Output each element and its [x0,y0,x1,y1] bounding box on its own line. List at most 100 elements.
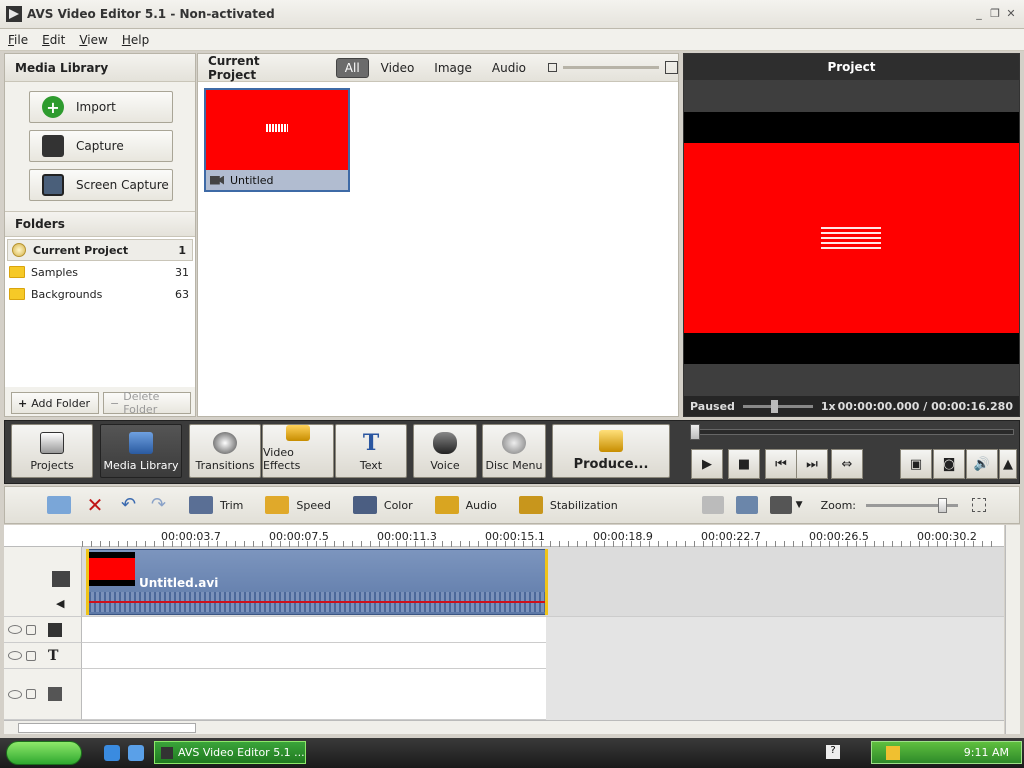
menu-help[interactable]: Help [114,33,155,47]
speed-button[interactable]: Speed [265,496,331,514]
security-shield-icon[interactable] [886,745,900,760]
disc-menu-button[interactable]: Disc Menu [482,424,546,478]
overlay-track-header [4,669,82,720]
scroll-thumb[interactable] [18,723,196,733]
stop-button[interactable]: ■ [728,449,760,479]
visibility-eye-icon[interactable] [8,689,22,699]
next-frame-button[interactable]: ⏭ [796,449,828,479]
close-icon[interactable]: ✕ [1004,7,1018,21]
fullscreen-preview-button[interactable]: ⇔ [831,449,863,479]
monitor-button[interactable]: ▣ [900,449,932,479]
fit-zoom-icon[interactable] [972,498,987,512]
text-icon: T [48,647,59,664]
filter-video[interactable]: Video [373,59,423,77]
media-library-title: Media Library [5,54,195,82]
thumbnail-size-slider[interactable] [548,61,678,74]
playback-speed: 1x [820,399,836,413]
zoom-slider[interactable] [866,497,959,513]
lock-icon[interactable] [26,624,36,635]
timeline-clip[interactable]: Untitled.avi [86,549,548,615]
clip-start-handle[interactable] [86,549,89,615]
folder-icon [9,288,25,300]
produce-button[interactable]: Produce... [552,424,670,478]
screen-capture-button[interactable]: Screen Capture [29,169,173,201]
volume-button[interactable]: 🔊 [966,449,998,479]
microphone-icon [433,432,457,454]
media-library-button[interactable]: Media Library [100,424,182,478]
speed-slider[interactable] [742,399,813,413]
media-item-untitled[interactable]: Untitled [204,88,350,192]
system-tray: 9:11 AM [871,741,1022,764]
folder-samples[interactable]: Samples 31 [5,261,195,283]
window-title: AVS Video Editor 5.1 - Non-activated [27,7,275,21]
filter-image[interactable]: Image [426,59,480,77]
speaker-icon[interactable]: ◀ [56,597,64,610]
clip-thumbnail [89,552,135,586]
delete-folder-label: Delete Folder [123,390,160,416]
speed-icon [265,496,290,514]
timeline-vertical-scrollbar[interactable] [1005,525,1020,734]
large-size-icon [665,61,678,74]
undo-icon[interactable]: ↶ [121,496,145,514]
storyboard-icon[interactable] [701,496,724,514]
narration-icon[interactable] [735,496,758,514]
video-effects-button[interactable]: Video Effects [262,424,334,478]
filter-audio[interactable]: Audio [484,59,534,77]
zoom-knob[interactable] [938,497,948,513]
timeline-horizontal-scrollbar[interactable] [4,720,1004,734]
visibility-eye-icon[interactable] [8,625,22,634]
trim-button[interactable]: Trim [189,496,243,514]
playback-seek-bar[interactable] [690,424,1014,440]
chevron-down-icon[interactable]: ▼ [796,500,803,510]
quicklaunch-icon[interactable] [128,745,144,761]
lock-icon[interactable] [26,650,36,661]
add-folder-button[interactable]: + Add Folder [11,392,99,414]
next-icon: ⏭ [806,456,818,472]
timeline-tracks: ◀ Untitled.avi T [4,547,1004,720]
add-folder-label: Add Folder [31,396,91,410]
minimize-icon[interactable]: _ [972,7,986,21]
play-button[interactable]: ▶ [691,449,723,479]
stop-icon: ■ [737,456,751,472]
menu-file[interactable]: File [0,33,34,47]
menu-view[interactable]: View [71,33,113,47]
disc-menu-label: Disc Menu [485,459,543,472]
text-track-lane [82,643,546,669]
transitions-button[interactable]: Transitions [189,424,261,478]
filter-all[interactable]: All [335,57,369,78]
voice-button[interactable]: Voice [413,424,477,478]
effects-track-lane [82,617,546,643]
clip-end-handle[interactable] [545,549,548,615]
visibility-eye-icon[interactable] [8,651,22,660]
restore-icon[interactable]: ❐ [988,7,1002,21]
snapshot-button[interactable]: ◙ [933,449,965,479]
current-project-title: Current Project [208,53,260,82]
insert-icon[interactable] [47,496,71,514]
capture-button[interactable]: Capture [29,130,173,162]
delete-icon[interactable]: ✕ [83,495,107,515]
previous-frame-button[interactable]: ⏮ [765,449,797,479]
import-button[interactable]: + Import [29,91,173,123]
menu-edit[interactable]: Edit [34,33,71,47]
text-button[interactable]: T Text [335,424,407,478]
folder-backgrounds[interactable]: Backgrounds 63 [5,283,195,305]
seek-knob[interactable] [690,424,700,440]
playback-status: Paused [690,399,735,413]
redo-icon[interactable]: ↷ [151,496,175,514]
delete-folder-button[interactable]: − Delete Folder [103,390,191,416]
view-mode-icon[interactable] [769,496,792,514]
start-button[interactable] [6,741,82,765]
internet-explorer-icon[interactable] [104,745,120,761]
taskbar-avs-button[interactable]: AVS Video Editor 5.1 ... [154,741,306,764]
folder-current-project[interactable]: Current Project 1 [7,239,193,261]
help-icon[interactable]: ? [826,745,840,759]
capture-label: Capture [76,139,124,153]
volume-dropdown[interactable]: ▲ [999,449,1017,479]
stabilization-button[interactable]: Stabilization [518,496,618,514]
audio-icon [434,496,459,514]
video-effects-label: Video Effects [263,446,301,472]
color-button[interactable]: Color [352,496,413,514]
audio-button[interactable]: Audio [434,496,497,514]
projects-button[interactable]: Projects [11,424,93,478]
lock-icon[interactable] [26,689,36,699]
